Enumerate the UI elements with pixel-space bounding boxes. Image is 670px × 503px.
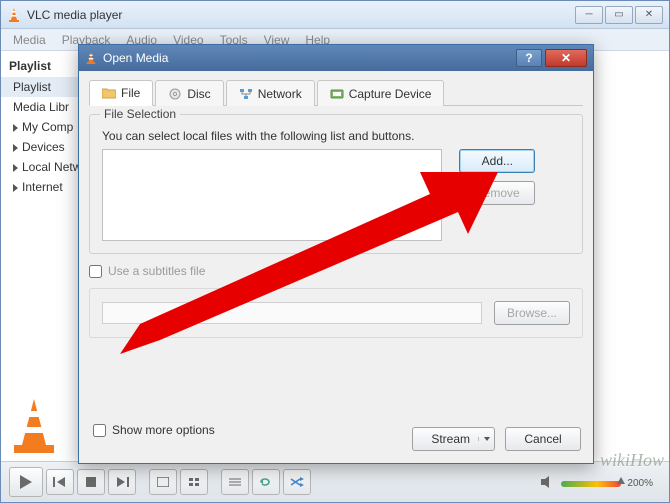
- dialog-titlebar[interactable]: Open Media ? ✕: [79, 45, 593, 71]
- vlc-cone-icon: [85, 51, 97, 65]
- shuffle-button[interactable]: [283, 469, 311, 495]
- show-more-check-input[interactable]: [93, 424, 106, 437]
- prev-button[interactable]: [46, 469, 74, 495]
- main-title: VLC media player: [27, 8, 573, 22]
- next-button[interactable]: [108, 469, 136, 495]
- vlc-cone-icon: [7, 7, 21, 23]
- capture-icon: [330, 88, 344, 100]
- menu-media[interactable]: Media: [5, 31, 54, 49]
- stream-dropdown-icon[interactable]: [478, 437, 494, 441]
- folder-icon: [102, 87, 116, 99]
- subtitles-browse-group: Browse...: [89, 288, 583, 338]
- watermark: wikiHow: [600, 450, 664, 471]
- close-button[interactable]: ✕: [635, 6, 663, 24]
- ext-settings-button[interactable]: [180, 469, 208, 495]
- open-media-dialog: Open Media ? ✕ File Disc Network Capture…: [78, 44, 594, 464]
- tab-disc[interactable]: Disc: [155, 80, 223, 106]
- expand-icon: [13, 144, 18, 152]
- file-selection-group: File Selection You can select local file…: [89, 114, 583, 254]
- playlist-button[interactable]: [221, 469, 249, 495]
- group-title: File Selection: [100, 107, 180, 121]
- dialog-tabs: File Disc Network Capture Device: [89, 79, 583, 106]
- controls-bar: 200%: [1, 461, 669, 501]
- expand-icon: [13, 184, 18, 192]
- play-button[interactable]: [9, 467, 43, 497]
- file-selection-hint: You can select local files with the foll…: [102, 129, 570, 143]
- subtitles-path-input[interactable]: [102, 302, 482, 324]
- remove-button[interactable]: Remove: [459, 181, 535, 205]
- expand-icon: [13, 164, 18, 172]
- maximize-button[interactable]: ▭: [605, 6, 633, 24]
- file-list[interactable]: [102, 149, 442, 241]
- main-titlebar[interactable]: VLC media player ─ ▭ ✕: [1, 1, 669, 29]
- dialog-help-button[interactable]: ?: [516, 49, 542, 67]
- mute-icon[interactable]: [541, 476, 555, 491]
- add-button[interactable]: Add...: [459, 149, 535, 173]
- tab-capture[interactable]: Capture Device: [317, 80, 445, 106]
- vlc-cone-large-icon: [6, 395, 62, 457]
- volume-percent: 200%: [627, 478, 653, 489]
- browse-button[interactable]: Browse...: [494, 301, 570, 325]
- cancel-button[interactable]: Cancel: [505, 427, 581, 451]
- show-more-options-checkbox[interactable]: Show more options: [93, 423, 215, 437]
- disc-icon: [168, 88, 182, 100]
- tab-network[interactable]: Network: [226, 80, 315, 106]
- expand-icon: [13, 124, 18, 132]
- volume-slider[interactable]: [561, 481, 621, 487]
- stop-button[interactable]: [77, 469, 105, 495]
- use-subtitles-checkbox[interactable]: Use a subtitles file: [89, 264, 583, 278]
- stream-button[interactable]: Stream: [412, 427, 495, 451]
- tab-file[interactable]: File: [89, 80, 153, 106]
- fullscreen-button[interactable]: [149, 469, 177, 495]
- network-icon: [239, 88, 253, 100]
- loop-button[interactable]: [252, 469, 280, 495]
- dialog-close-button[interactable]: ✕: [545, 49, 587, 67]
- subtitles-check-input[interactable]: [89, 265, 102, 278]
- dialog-title: Open Media: [103, 51, 516, 65]
- minimize-button[interactable]: ─: [575, 6, 603, 24]
